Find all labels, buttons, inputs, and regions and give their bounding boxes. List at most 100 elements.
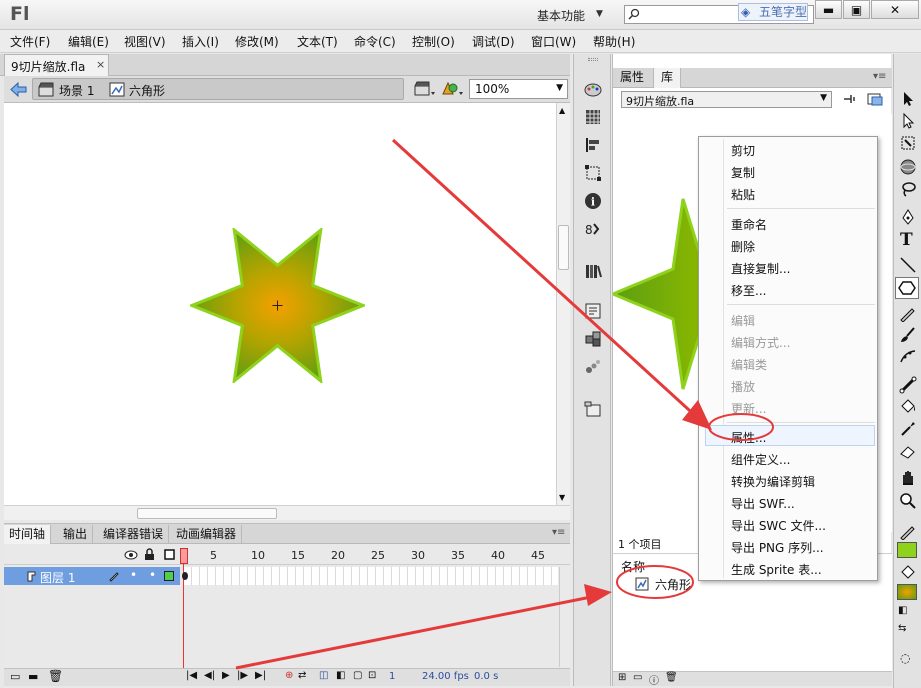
- paint-bucket-tool-icon[interactable]: [899, 398, 917, 416]
- bone-tool-icon[interactable]: [899, 376, 917, 394]
- project-panel-icon[interactable]: [584, 400, 602, 418]
- menu-item-duplicate[interactable]: 直接复制...: [731, 260, 790, 277]
- transform-icon[interactable]: [584, 164, 602, 182]
- stroke-color-icon[interactable]: [899, 522, 917, 540]
- motion-presets-icon[interactable]: [584, 358, 602, 376]
- fill-color-icon[interactable]: [899, 564, 917, 582]
- playhead[interactable]: [180, 546, 188, 684]
- menu-commands[interactable]: 命令(C): [354, 33, 396, 50]
- 3d-rotation-tool-icon[interactable]: [899, 158, 917, 176]
- swap-colors-icon[interactable]: ⇆: [898, 623, 906, 634]
- menu-view[interactable]: 视图(V): [124, 33, 166, 50]
- keyframe-icon[interactable]: [182, 572, 188, 580]
- tab-motion-editor[interactable]: 动画编辑器: [171, 525, 243, 544]
- swatches-icon[interactable]: [584, 108, 602, 126]
- menu-item-export-swc[interactable]: 导出 SWC 文件...: [731, 517, 826, 534]
- close-window-button[interactable]: ✕: [871, 0, 919, 19]
- menu-item-export-swf[interactable]: 导出 SWF...: [731, 495, 795, 512]
- new-library-panel-icon[interactable]: [867, 92, 883, 106]
- properties-icon[interactable]: ⓘ: [649, 672, 659, 687]
- actions-icon[interactable]: [584, 302, 602, 320]
- onion-skin-icon[interactable]: ◫: [319, 670, 328, 681]
- menu-item-paste[interactable]: 粘贴: [731, 186, 755, 203]
- hand-tool-icon[interactable]: [899, 468, 917, 486]
- menu-item-move-to[interactable]: 移至...: [731, 282, 766, 299]
- hexagram-star[interactable]: [190, 228, 365, 383]
- strip-grip[interactable]: [588, 58, 598, 61]
- tab-compiler-errors[interactable]: 编译器错误: [98, 525, 170, 544]
- align-icon[interactable]: [584, 136, 602, 154]
- menu-modify[interactable]: 修改(M): [235, 33, 279, 50]
- frame-ruler[interactable]: 1 5 10 15 20 25 30 35 40 45: [4, 545, 570, 565]
- menu-edit[interactable]: 编辑(E): [68, 33, 109, 50]
- visibility-dot-icon[interactable]: •: [130, 568, 137, 582]
- brush-tool-icon[interactable]: [899, 326, 917, 344]
- menu-control[interactable]: 控制(O): [412, 33, 455, 50]
- menu-item-convert-to-compiled-clip[interactable]: 转换为编译剪辑: [731, 473, 815, 490]
- panel-menu-icon[interactable]: ▾≡: [873, 71, 886, 82]
- step-back-icon[interactable]: ◀|: [204, 670, 215, 681]
- eyedropper-tool-icon[interactable]: [899, 420, 917, 438]
- edit-scene-icon[interactable]: [414, 80, 436, 98]
- breadcrumb-symbol[interactable]: 六角形: [129, 82, 165, 99]
- zoom-select[interactable]: 100% ▼: [469, 79, 568, 99]
- pin-icon[interactable]: [841, 92, 857, 106]
- snap-to-objects-icon[interactable]: ◌: [900, 651, 910, 665]
- line-tool-icon[interactable]: [899, 256, 917, 274]
- selection-tool-icon[interactable]: [899, 90, 917, 108]
- library-books-icon[interactable]: [584, 262, 602, 280]
- menu-item-cut[interactable]: 剪切: [731, 142, 755, 159]
- info-icon[interactable]: i: [584, 192, 602, 210]
- tab-library[interactable]: 库: [653, 68, 682, 88]
- new-symbol-icon[interactable]: ⊞: [618, 672, 626, 683]
- code-snippets-icon[interactable]: 8: [584, 220, 602, 238]
- menu-text[interactable]: 文本(T): [297, 33, 338, 50]
- back-arrow-icon[interactable]: [10, 82, 27, 97]
- play-icon[interactable]: ▶: [222, 670, 230, 681]
- menu-item-copy[interactable]: 复制: [731, 164, 755, 181]
- minimize-button[interactable]: ▬: [815, 0, 842, 19]
- menu-item-generate-sprite-sheet[interactable]: 生成 Sprite 表...: [731, 561, 822, 578]
- tab-timeline[interactable]: 时间轴: [4, 525, 52, 544]
- eraser-tool-icon[interactable]: [899, 442, 917, 460]
- menu-window[interactable]: 窗口(W): [531, 33, 576, 50]
- layer-row[interactable]: 图层 1 • •: [4, 567, 180, 585]
- pencil-tool-icon[interactable]: [899, 304, 917, 322]
- edit-symbols-icon[interactable]: [441, 80, 465, 98]
- deco-tool-icon[interactable]: [899, 348, 917, 366]
- new-layer-icon[interactable]: ▭: [10, 670, 20, 683]
- zoom-tool-icon[interactable]: [899, 492, 917, 510]
- playhead-handle[interactable]: [180, 548, 188, 564]
- close-icon[interactable]: ×: [96, 58, 105, 71]
- trash-icon[interactable]: 🗑: [48, 669, 63, 683]
- scroll-thumb[interactable]: [137, 508, 277, 519]
- trash-icon[interactable]: 🗑: [665, 672, 678, 683]
- panel-menu-icon[interactable]: ▾≡: [552, 527, 565, 538]
- library-file-select[interactable]: 9切片缩放.fla ▼: [621, 91, 832, 108]
- stroke-color-swatch[interactable]: [897, 542, 917, 558]
- lock-dot-icon[interactable]: •: [149, 568, 156, 582]
- chevron-down-icon[interactable]: ▼: [596, 9, 603, 19]
- stage-vertical-scrollbar[interactable]: ▲ ▼: [556, 103, 570, 505]
- scroll-down-icon[interactable]: ▼: [559, 493, 565, 502]
- menu-file[interactable]: 文件(F): [10, 33, 50, 50]
- current-frame-value[interactable]: 1: [389, 671, 395, 682]
- black-white-icon[interactable]: ◧: [898, 605, 907, 616]
- menu-item-rename[interactable]: 重命名: [731, 216, 767, 233]
- color-palette-icon[interactable]: [584, 81, 602, 99]
- text-tool-icon[interactable]: T: [900, 230, 913, 250]
- workspace-switcher[interactable]: 基本功能: [537, 7, 585, 24]
- go-to-last-frame-icon[interactable]: ▶|: [255, 670, 266, 681]
- step-forward-icon[interactable]: |▶: [237, 670, 248, 681]
- subselection-tool-icon[interactable]: [899, 112, 917, 130]
- polystar-tool-button[interactable]: [895, 277, 919, 299]
- menu-debug[interactable]: 调试(D): [472, 33, 515, 50]
- onion-markers-icon[interactable]: ⊡: [368, 670, 376, 681]
- menu-item-properties[interactable]: 属性...: [731, 429, 766, 446]
- go-to-first-frame-icon[interactable]: |◀: [186, 670, 197, 681]
- maximize-button[interactable]: ▣: [843, 0, 870, 19]
- fill-color-swatch[interactable]: [897, 584, 917, 600]
- tab-properties[interactable]: 属性: [613, 68, 651, 88]
- layer-color-swatch[interactable]: [164, 571, 174, 581]
- loop-icon[interactable]: ⇄: [298, 670, 306, 681]
